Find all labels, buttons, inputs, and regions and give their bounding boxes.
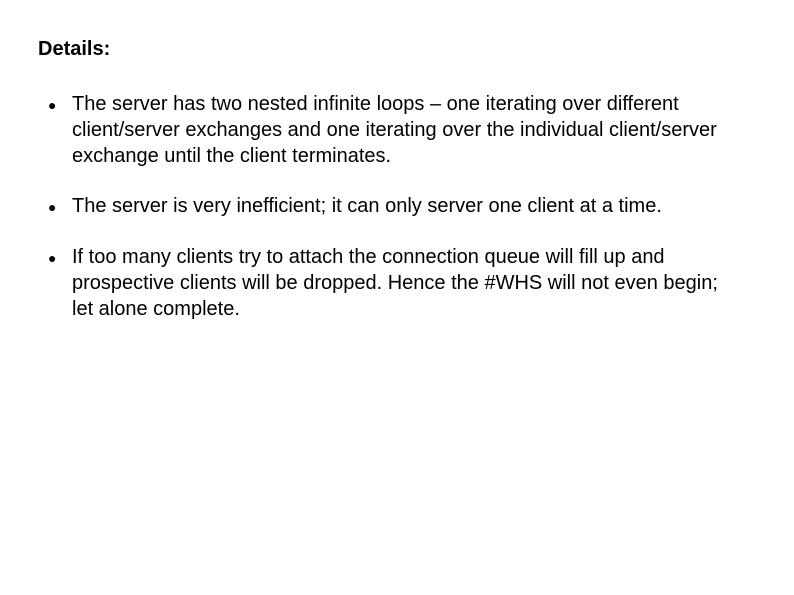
bullet-text: The server has two nested infinite loops… bbox=[72, 91, 756, 169]
bullet-list: ● The server has two nested infinite loo… bbox=[38, 91, 756, 322]
list-item: ● The server has two nested infinite loo… bbox=[48, 91, 756, 169]
bullet-text: The server is very inefficient; it can o… bbox=[72, 193, 692, 219]
bullet-icon: ● bbox=[48, 91, 72, 118]
list-item: ● The server is very inefficient; it can… bbox=[48, 193, 756, 220]
bullet-icon: ● bbox=[48, 193, 72, 220]
page-title: Details: bbox=[38, 38, 756, 61]
bullet-icon: ● bbox=[48, 244, 72, 271]
list-item: ● If too many clients try to attach the … bbox=[48, 244, 756, 322]
bullet-text: If too many clients try to attach the co… bbox=[72, 244, 756, 322]
